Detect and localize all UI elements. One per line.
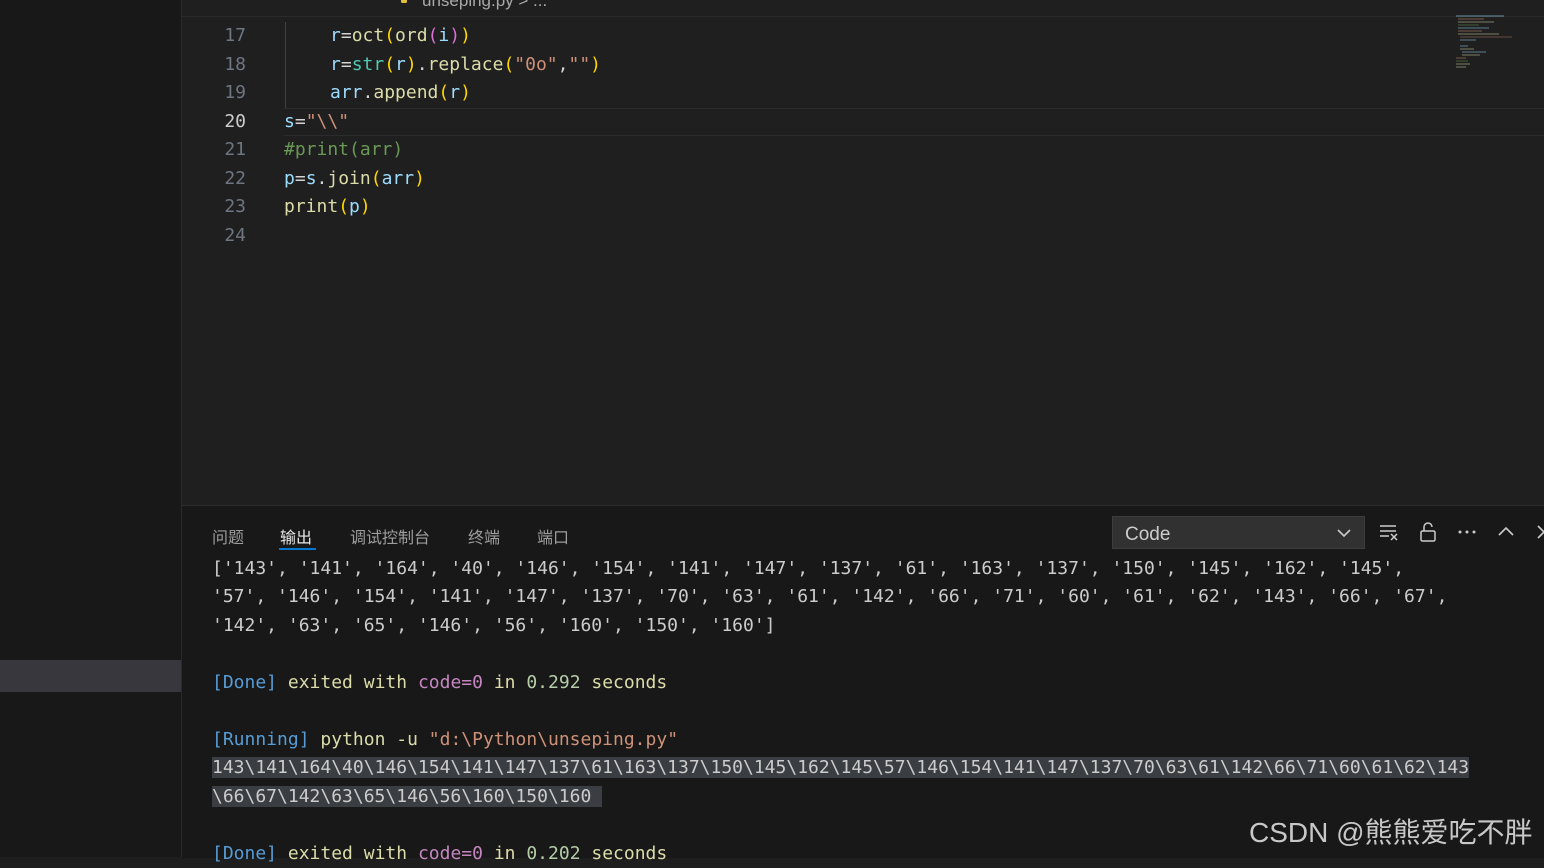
output-channel-value: Code <box>1125 524 1171 545</box>
tab-output[interactable]: 输出 <box>280 524 312 548</box>
code-line[interactable]: r=oct(ord(i)) <box>330 22 471 50</box>
line-number: 21 <box>224 139 246 160</box>
output-done-line: [Done] exited with code=0 in 0.202 secon… <box>212 843 668 864</box>
minimap[interactable] <box>1454 14 1514 74</box>
output-channel-select[interactable]: Code <box>1112 516 1365 549</box>
line-number: 22 <box>224 168 246 189</box>
output-running-line: [Running] python -u "d:\Python\unseping.… <box>212 729 679 750</box>
indent-guide <box>285 22 286 108</box>
output-result-line: 143\141\164\40\146\154\141\147\137\61\16… <box>212 757 1470 778</box>
output-result-line: \66\67\142\63\65\146\56\160\150\160 <box>212 783 603 811</box>
code-editor[interactable]: 17 18 19 20 21 22 23 24 r=oct(ord(i)) r=… <box>182 14 1544 505</box>
python-file-icon <box>401 0 407 3</box>
lock-icon[interactable] <box>1416 520 1440 544</box>
bottom-panel: 问题 输出 调试控制台 终端 端口 Code ['143', '141', '1… <box>182 505 1544 864</box>
more-icon[interactable] <box>1455 520 1479 544</box>
explorer-sidebar <box>0 0 182 857</box>
output-line: ['143', '141', '164', '40', '146', '154'… <box>212 558 1405 579</box>
line-number: 23 <box>224 196 246 217</box>
tab-ports[interactable]: 端口 <box>537 524 569 548</box>
code-line[interactable]: #print(arr) <box>284 136 403 164</box>
output-line: '57', '146', '154', '141', '147', '137',… <box>212 586 1448 607</box>
sidebar-selected-item[interactable] <box>0 660 181 692</box>
output-done-line: [Done] exited with code=0 in 0.292 secon… <box>212 672 668 693</box>
code-line[interactable]: s="\\" <box>284 108 349 136</box>
tab-terminal[interactable]: 终端 <box>468 524 500 548</box>
line-number-active: 20 <box>224 111 246 132</box>
tab-debug-console[interactable]: 调试控制台 <box>350 524 430 548</box>
watermark: CSDN @熊熊爱吃不胖 <box>1249 817 1533 848</box>
code-line[interactable]: p=s.join(arr) <box>284 165 425 193</box>
active-tab-indicator <box>279 548 316 550</box>
clear-output-icon[interactable] <box>1377 520 1401 544</box>
code-line[interactable]: r=str(r).replace("0o","") <box>330 51 601 79</box>
line-number: 19 <box>224 82 246 103</box>
line-number: 18 <box>224 54 246 75</box>
current-line-highlight <box>284 108 1544 136</box>
output-line: '142', '63', '65', '146', '56', '160', '… <box>212 615 776 636</box>
chevron-up-icon[interactable] <box>1494 520 1518 544</box>
chevron-down-icon <box>1337 529 1351 538</box>
code-line[interactable]: arr.append(r) <box>330 79 471 107</box>
tab-problems[interactable]: 问题 <box>212 524 244 548</box>
breadcrumb-path[interactable]: unseping.py > ... <box>422 0 547 11</box>
code-line[interactable]: print(p) <box>284 193 371 221</box>
line-number: 24 <box>224 225 246 246</box>
close-icon[interactable] <box>1532 520 1544 544</box>
line-number: 17 <box>224 25 246 46</box>
breadcrumb: unseping.py > ... <box>182 0 1544 17</box>
